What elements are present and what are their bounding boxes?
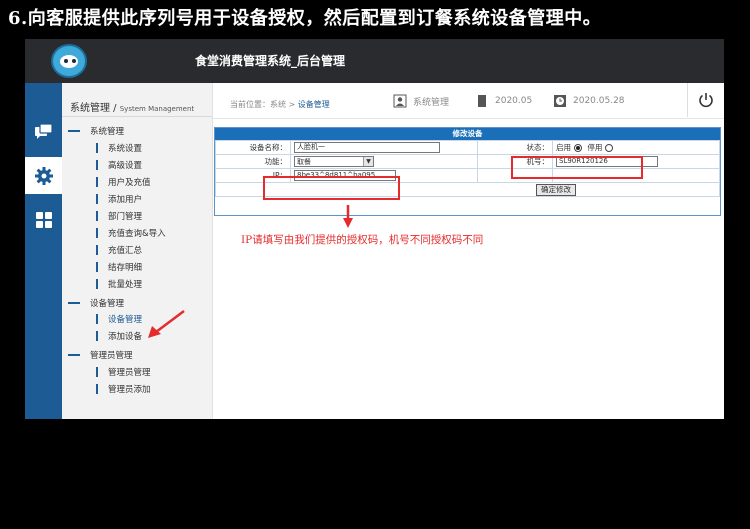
sidebar-item-add-device[interactable]: 添加设备 <box>96 330 142 342</box>
nav-grid-button[interactable] <box>25 201 62 238</box>
sidebar-group-system[interactable]: 系统管理 <box>68 125 124 137</box>
sidebar-item-system-settings[interactable]: 系统设置 <box>96 142 142 154</box>
icon-nav: ← <box>25 83 62 419</box>
clock-icon <box>554 95 566 107</box>
sidebar-item-recharge-summary[interactable]: 充值汇总 <box>96 244 142 256</box>
user-icon <box>393 94 407 108</box>
state-enabled-radio[interactable] <box>574 144 582 152</box>
ip-highlight-box <box>263 176 400 200</box>
system-title: 食堂消费管理系统_后台管理 <box>195 54 346 68</box>
state-disabled-label: 停用 <box>587 143 603 152</box>
confirm-edit-button[interactable]: 确定修改 <box>536 183 576 196</box>
caption-title: 6.向客服提供此序列号用于设备授权，然后配置到订餐系统设备管理中。 <box>8 8 602 29</box>
breadcrumb: 当前位置：系统 > 设备管理 <box>230 100 330 109</box>
gear-icon <box>34 166 53 185</box>
status-date: 2020.05.28 <box>553 94 625 108</box>
nav-chat-button[interactable] <box>25 113 62 150</box>
form-title: 修改设备 <box>215 128 720 140</box>
sidebar-item-admin-management[interactable]: 管理员管理 <box>96 366 151 378</box>
state-label: 状态： <box>477 140 553 155</box>
function-label: 功能： <box>215 154 291 169</box>
sidebar: 系统管理 / System Management 系统管理 系统设置 高级设置 … <box>62 83 213 419</box>
device-name-label: 设备名称： <box>215 140 291 155</box>
state-disabled-radio[interactable] <box>605 144 614 152</box>
breadcrumb-current[interactable]: 设备管理 <box>298 100 330 109</box>
edit-device-form: 修改设备 设备名称： 人脸机一 状态： 启用 停用 功能： 取餐 ▼ 机号： SL… <box>214 127 721 216</box>
sidebar-item-add-user[interactable]: 添加用户 <box>96 193 142 205</box>
chevron-down-icon: ▼ <box>363 157 373 166</box>
down-arrow-annotation <box>343 205 353 228</box>
device-icon <box>478 95 486 107</box>
sidebar-item-users-recharge[interactable]: 用户及充值 <box>96 176 151 188</box>
sidebar-group-admins[interactable]: 管理员管理 <box>68 349 133 361</box>
sidebar-item-balance-detail[interactable]: 结存明细 <box>96 261 142 273</box>
main-header: 当前位置：系统 > 设备管理 系统管理 2020.05 2020.05.28 <box>213 83 724 119</box>
nav-settings-button[interactable] <box>25 157 62 194</box>
sidebar-title: 系统管理 <box>70 103 110 114</box>
app-logo <box>51 44 87 78</box>
annotation-note: IP请填写由我们提供的授权码，机号不同授权码不同 <box>241 234 484 246</box>
sidebar-item-admin-add[interactable]: 管理员添加 <box>96 383 151 395</box>
power-icon <box>699 93 713 108</box>
state-enabled-label: 启用 <box>556 143 571 152</box>
status-version: 2020.05 <box>475 94 532 108</box>
sidebar-item-departments[interactable]: 部门管理 <box>96 210 142 222</box>
sidebar-arrow-annotation <box>148 310 185 338</box>
sidebar-item-batch[interactable]: 批量处理 <box>96 278 142 290</box>
sidebar-item-advanced-settings[interactable]: 高级设置 <box>96 159 142 171</box>
chat-icon <box>34 122 53 139</box>
device-name-input[interactable]: 人脸机一 <box>294 142 440 153</box>
power-button[interactable] <box>687 83 724 117</box>
sidebar-item-device-management[interactable]: 设备管理 <box>96 313 142 325</box>
sidebar-item-recharge-query[interactable]: 充值查询&导入 <box>96 227 166 239</box>
screenshot-frame: 食堂消费管理系统_后台管理 系统管理 / System Management 系… <box>25 39 724 419</box>
top-bar: 食堂消费管理系统_后台管理 <box>25 39 724 83</box>
function-select[interactable]: 取餐 ▼ <box>294 156 374 167</box>
machine-no-highlight-box <box>511 156 643 179</box>
sidebar-subtitle: System Management <box>119 105 195 113</box>
sidebar-group-devices[interactable]: 设备管理 <box>68 297 124 309</box>
sidebar-header: 系统管理 / System Management <box>70 103 195 114</box>
status-user: 系统管理 <box>393 94 449 108</box>
grid-icon <box>35 211 52 228</box>
